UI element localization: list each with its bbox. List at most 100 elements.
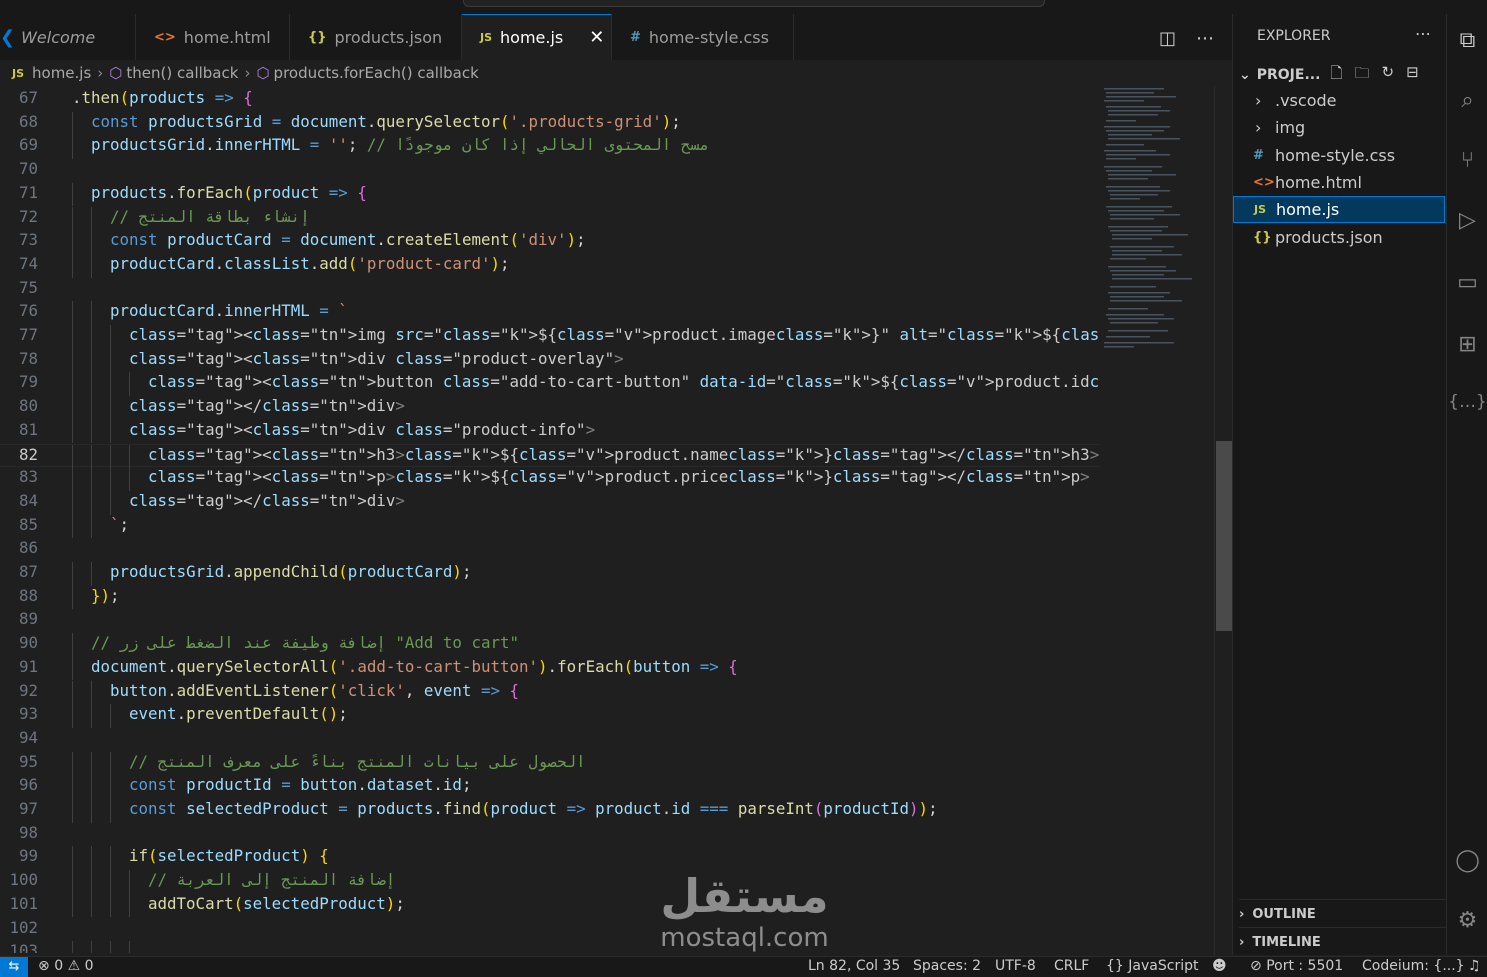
more-actions-icon[interactable]: ⋯ [1196,28,1214,49]
tree-file-home-js[interactable]: JS home.js [1233,196,1445,223]
command-center[interactable] [463,0,1045,7]
collapse-all-icon[interactable]: ⊟ [1406,63,1419,88]
code-line[interactable]: 76 productCard.innerHTML = ` [0,301,1100,325]
settings-gear-icon[interactable]: ⚙ [1447,908,1487,933]
indentation[interactable]: Spaces: 2 [913,958,981,974]
breadcrumb-then-callback[interactable]: then() callback [126,64,238,82]
close-icon[interactable]: ✕ [589,27,604,48]
code-line[interactable]: 88}); [0,585,1100,610]
code-line[interactable]: 73 const productCard = document.createEle… [0,230,1100,254]
code-line[interactable]: 67 .then(products => { [0,88,1100,112]
project-header[interactable]: ⌄ PROJE... 🗋 🗀 ↻ ⊟ [1239,63,1447,88]
problems-indicator[interactable]: ⊗ 0 ⚠ 0 [38,958,94,974]
search-icon[interactable]: ⌕ [1447,88,1487,113]
encoding[interactable]: UTF-8 [995,958,1036,974]
explorer-files-icon[interactable]: ⧉ [1447,28,1487,53]
tab-home-html[interactable]: <> home.html [136,14,290,60]
code-line[interactable]: 103 [0,941,1100,953]
code-line[interactable]: 100 // إضافة المنتج إلى العربة [0,870,1100,894]
code-line[interactable]: 70 [0,159,1100,183]
code-line[interactable]: 96 const productId = button.dataset.id; [0,775,1100,799]
live-server-port[interactable]: ⊘ Port : 5501 [1250,958,1343,974]
minimap[interactable] [1100,86,1214,956]
code-editor[interactable]: 67 .then(products => {68 const productsGri… [0,88,1100,953]
timeline-section[interactable]: › TIMELINE [1239,927,1447,956]
code-line[interactable]: 74 productCard.classList.add('product-car… [0,253,1100,278]
tab-home-js[interactable]: JS home.js ✕ [462,14,612,60]
new-file-icon[interactable]: 🗋 [1330,63,1342,88]
tab-home-style-css[interactable]: # home-style.css [612,14,794,60]
error-icon: ⊗ [38,958,50,974]
tree-file-home-style-css[interactable]: # home-style.css [1233,142,1445,169]
code-line[interactable]: 78 class="tag"><class="tn">div class="pro… [0,348,1100,373]
tab-welcome[interactable]: ❮ Welcome [0,14,136,60]
code-line[interactable]: 93 event.preventDefault(); [0,704,1100,728]
tab-label: home-style.css [648,27,769,47]
code-line[interactable]: 102 [0,918,1100,942]
code-line[interactable]: 82 class="tag"><class="tn">h3>class="k">$… [0,443,1100,469]
tab-products-json[interactable]: {} products.json [290,14,462,60]
code-line[interactable]: 81 class="tag"><class="tn">div class="pro… [0,419,1100,444]
line-code: .then(products => { [72,88,253,107]
breadcrumb-file[interactable]: home.js [32,64,91,82]
notifications-bell-icon[interactable]: ♫ [1468,958,1481,974]
watermark-arabic: مستقل [660,869,829,923]
code-line[interactable]: 90 // إضافة وظيفة عند الضغط على زر "Add t… [0,633,1100,657]
code-line[interactable]: 79 class="tag"><class="tn">button class="… [0,372,1100,397]
run-debug-icon[interactable]: ▷ [1447,208,1487,233]
new-folder-icon[interactable]: 🗀 [1354,63,1369,88]
tree-folder-vscode[interactable]: › .vscode [1233,87,1445,114]
source-control-icon[interactable]: ⑂ [1447,148,1487,173]
activity-bar: ⧉ ⌕ ⑂ ▷ ▭ ⊞ {…} ◯ ⚙ [1446,14,1487,955]
scrollbar-thumb[interactable] [1216,441,1232,631]
line-number: 97 [18,799,38,818]
tree-folder-img[interactable]: › img [1233,114,1445,141]
line-number: 74 [18,253,38,273]
line-code: class="tag"><class="tn">h3>class="k">${c… [72,444,1099,469]
code-line[interactable]: 92 button.addEventListener('click', event… [0,680,1100,705]
tree-file-products-json[interactable]: {} products.json [1233,224,1445,251]
code-line[interactable]: 80 class="tag"></class="tn">div> [0,396,1100,420]
cursor-position[interactable]: Ln 82, Col 35 [808,958,900,974]
code-line[interactable]: 87 productsGrid.appendChild(productCard); [0,562,1100,586]
copilot-icon[interactable]: ☻ [1212,958,1227,974]
json-tools-icon[interactable]: {…} [1447,392,1487,412]
tree-file-home-html[interactable]: <> home.html [1233,169,1445,196]
breadcrumb-foreach-callback[interactable]: products.forEach() callback [274,64,479,82]
remote-indicator-icon[interactable]: ⇆ [0,957,28,977]
vertical-scrollbar[interactable] [1214,86,1233,956]
code-line[interactable]: 94 [0,728,1100,752]
line-number: 102 [9,917,38,937]
code-line[interactable]: 83 class="tag"><class="tn">p>class="k">${… [0,467,1100,491]
code-line[interactable]: 86 [0,538,1100,562]
line-number: 91 [18,656,38,676]
codeium-status[interactable]: Codeium: {...} [1362,958,1465,974]
line-number: 98 [18,822,38,842]
code-line[interactable]: 69 productsGrid.innerHTML = ''; // مسح ال… [0,135,1100,160]
code-line[interactable]: 95 // الحصول على بيانات المنتج بناءً على … [0,751,1100,776]
tree-item-label: .vscode [1275,91,1337,110]
split-editor-icon[interactable]: ◫ [1159,28,1176,49]
code-line[interactable]: 101 addToCart(selectedProduct); [0,893,1100,918]
outline-section[interactable]: › OUTLINE [1239,899,1447,928]
refresh-icon[interactable]: ↻ [1381,63,1394,88]
code-line[interactable]: 99 if(selectedProduct) { [0,846,1100,871]
code-line[interactable]: 91 document.querySelectorAll('.add-to-car… [0,656,1100,681]
code-line[interactable]: 97 const selectedProduct = products.find(… [0,799,1100,823]
language-mode[interactable]: {} JavaScript [1106,958,1198,974]
code-line[interactable]: 89 [0,609,1100,633]
code-line[interactable]: 84 class="tag"></class="tn">div> [0,490,1100,515]
code-line[interactable]: 75 [0,278,1100,302]
remote-explorer-icon[interactable]: ▭ [1447,270,1487,295]
code-line[interactable]: 85 `; [0,514,1100,539]
line-ending[interactable]: CRLF [1054,958,1089,974]
line-number: 72 [18,206,38,226]
account-icon[interactable]: ◯ [1447,848,1487,873]
code-line[interactable]: 72 // إنشاء بطاقة المنتج [0,206,1100,231]
extensions-icon[interactable]: ⊞ [1447,332,1487,357]
more-actions-icon[interactable]: ⋯ [1415,24,1431,43]
code-line[interactable]: 71 products.forEach(product => { [0,182,1100,207]
code-line[interactable]: 68 const productsGrid = document.querySel… [0,111,1100,136]
code-line[interactable]: 77 class="tag"><class="tn">img src="class… [0,325,1100,349]
code-line[interactable]: 98 [0,823,1100,847]
